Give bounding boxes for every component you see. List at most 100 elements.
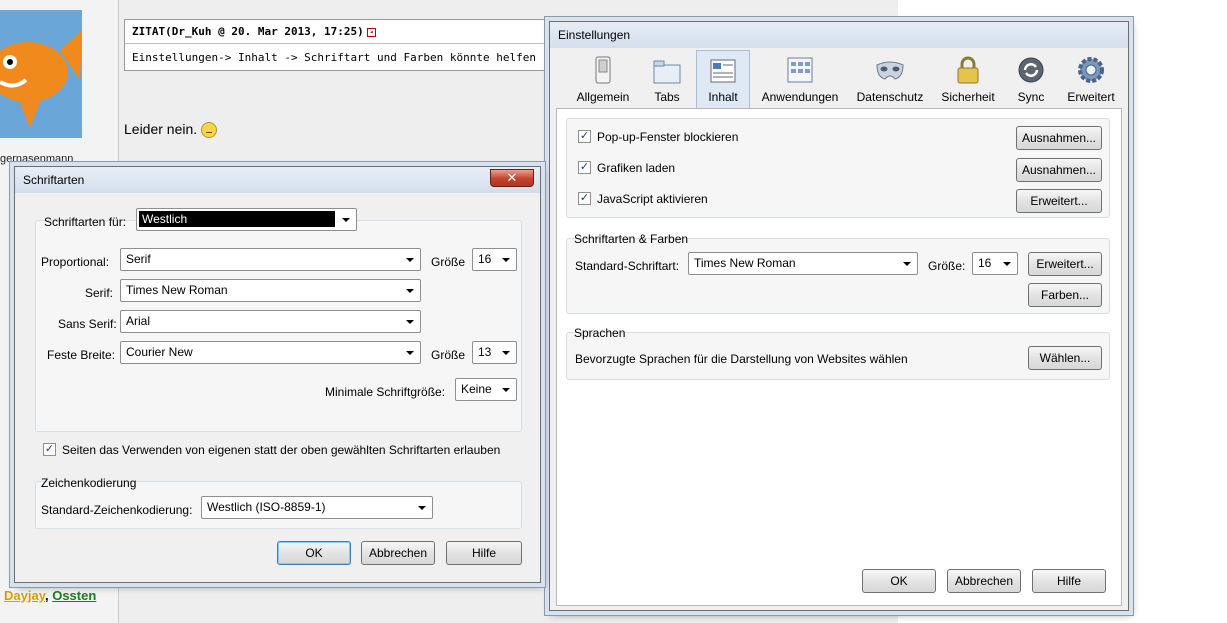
chevron-down-icon <box>502 258 510 262</box>
monospace-select[interactable]: Courier New <box>120 341 421 364</box>
fonts-titlebar[interactable]: Schriftarten <box>15 167 540 193</box>
allow-page-fonts-label: Seiten das Verwenden von eigenen statt d… <box>62 443 501 457</box>
monospace-label: Feste Breite: <box>47 348 116 362</box>
tab-label: Sicherheit <box>941 90 995 104</box>
default-size-value: 16 <box>978 256 992 270</box>
smiley-icon <box>201 122 218 139</box>
chevron-down-icon <box>406 351 414 355</box>
tab-sicherheit[interactable]: Sicherheit <box>934 50 1002 108</box>
settings-titlebar[interactable]: Einstellungen <box>550 22 1128 48</box>
fonts-for-label: Schriftarten für: <box>44 215 127 229</box>
fonts-colors-group-label: Schriftarten & Farben <box>574 232 689 246</box>
tab-datenschutz[interactable]: Datenschutz <box>850 50 930 108</box>
chevron-down-icon <box>418 506 426 510</box>
languages-group-label: Sprachen <box>574 326 626 340</box>
settings-title: Einstellungen <box>558 28 631 42</box>
popup-label: Pop-up-Fenster blockieren <box>597 130 739 144</box>
images-label: Grafiken laden <box>597 161 676 175</box>
chevron-down-icon <box>342 218 350 222</box>
choose-languages-button[interactable]: Wählen... <box>1028 346 1102 370</box>
tab-label: Sync <box>1017 90 1045 104</box>
quote-box: ZITAT(Dr_Kuh @ 20. Mar 2013, 17:25) ◂ Ein… <box>124 19 564 71</box>
sans-serif-value: Arial <box>126 314 151 328</box>
tab-allgemein[interactable]: Allgemein <box>564 50 642 108</box>
chevron-down-icon <box>903 262 911 266</box>
chevron-down-icon <box>1003 262 1011 266</box>
user-avatar <box>0 10 82 138</box>
settings-help-button[interactable]: Hilfe <box>1032 569 1106 593</box>
encoding-label: Standard-Zeichenkodierung: <box>41 503 193 517</box>
fonts-help-button[interactable]: Hilfe <box>446 541 522 565</box>
fonts-title: Schriftarten <box>23 173 85 187</box>
popup-exceptions-button[interactable]: Ausnahmen... <box>1016 126 1102 150</box>
gear-icon <box>1078 57 1104 83</box>
tab-anwendungen[interactable]: Anwendungen <box>754 50 846 108</box>
size-label: Größe: <box>928 259 966 273</box>
settings-cancel-button[interactable]: Abbrechen <box>947 569 1021 593</box>
quote-header: ZITAT(Dr_Kuh @ 20. Mar 2013, 17:25) ◂ <box>125 20 563 44</box>
encoding-group-label: Zeichenkodierung <box>41 476 137 490</box>
user-link-ossten[interactable]: Ossten <box>52 588 96 603</box>
colors-button[interactable]: Farben... <box>1028 283 1102 307</box>
javascript-checkbox[interactable]: ✓ <box>578 192 591 205</box>
folder-tabs-icon <box>653 60 681 84</box>
proportional-value: Serif <box>126 252 151 266</box>
monospace-size-select[interactable]: 13 <box>472 341 517 364</box>
tab-sync[interactable]: Sync <box>1006 50 1056 108</box>
fonts-for-select[interactable]: Westlich <box>136 208 357 231</box>
serif-select[interactable]: Times New Roman <box>120 279 421 302</box>
chevron-down-icon <box>406 258 414 262</box>
sans-serif-select[interactable]: Arial <box>120 310 421 333</box>
content-page-icon <box>710 59 736 83</box>
switch-icon <box>595 56 611 84</box>
fonts-ok-button[interactable]: OK <box>277 541 351 565</box>
fonts-advanced-button[interactable]: Erweitert... <box>1028 252 1102 276</box>
quote-author: ZITAT(Dr_Kuh @ 20. Mar 2013, 17:25) <box>132 25 364 38</box>
default-size-select[interactable]: 16 <box>972 252 1018 275</box>
quote-link-icon[interactable]: ◂ <box>366 27 376 37</box>
images-checkbox[interactable]: ✓ <box>578 161 591 174</box>
user-links: Dayjay, Ossten <box>4 588 96 603</box>
tab-label: Anwendungen <box>761 90 839 104</box>
lock-icon <box>957 56 979 84</box>
monospace-size-value: 13 <box>478 345 492 359</box>
tab-label: Allgemein <box>576 90 630 104</box>
tab-tabs[interactable]: Tabs <box>642 50 692 108</box>
encoding-select[interactable]: Westlich (ISO-8859-1) <box>201 496 433 519</box>
proportional-select[interactable]: Serif <box>120 248 421 271</box>
user-link-dayjay[interactable]: Dayjay <box>4 588 45 603</box>
proportional-label: Proportional: <box>41 255 110 269</box>
tab-label: Inhalt <box>708 90 738 104</box>
quote-text: Einstellungen-> Inhalt -> Schriftart und… <box>132 51 536 64</box>
tab-label: Tabs <box>654 90 680 104</box>
applications-icon <box>787 57 813 83</box>
settings-window: Einstellungen Allgemein Tabs Inhalt Anwe… <box>549 21 1129 611</box>
tab-inhalt[interactable]: Inhalt <box>696 50 750 108</box>
min-size-label: Minimale Schriftgröße: <box>325 385 446 399</box>
default-font-label: Standard-Schriftart: <box>575 259 680 273</box>
sync-icon <box>1018 57 1044 83</box>
languages-text: Bevorzugte Sprachen für die Darstellung … <box>575 352 908 366</box>
fonts-cancel-button[interactable]: Abbrechen <box>361 541 435 565</box>
reply-content: Leider nein. <box>124 121 198 137</box>
min-size-select[interactable]: Keine <box>455 378 517 401</box>
tab-erweitert[interactable]: Erweitert <box>1060 50 1122 108</box>
chevron-down-icon <box>502 388 510 392</box>
close-icon[interactable]: ✕ <box>490 169 534 187</box>
encoding-value: Westlich (ISO-8859-1) <box>207 500 326 514</box>
proportional-size-select[interactable]: 16 <box>472 248 517 271</box>
images-exceptions-button[interactable]: Ausnahmen... <box>1016 158 1102 182</box>
popup-checkbox[interactable]: ✓ <box>578 130 591 143</box>
javascript-advanced-button[interactable]: Erweitert... <box>1016 189 1102 213</box>
sans-serif-label: Sans Serif: <box>58 317 117 331</box>
allow-page-fonts-checkbox[interactable]: ✓ <box>43 443 56 456</box>
settings-ok-button[interactable]: OK <box>862 569 936 593</box>
javascript-label: JavaScript aktivieren <box>597 192 708 206</box>
chevron-down-icon <box>406 320 414 324</box>
monospace-size-label: Größe <box>431 348 466 362</box>
chevron-down-icon <box>502 351 510 355</box>
default-font-select[interactable]: Times New Roman <box>688 252 918 275</box>
chevron-down-icon <box>406 289 414 293</box>
proportional-size-label: Größe <box>431 255 466 269</box>
fonts-for-value: Westlich <box>139 211 335 227</box>
